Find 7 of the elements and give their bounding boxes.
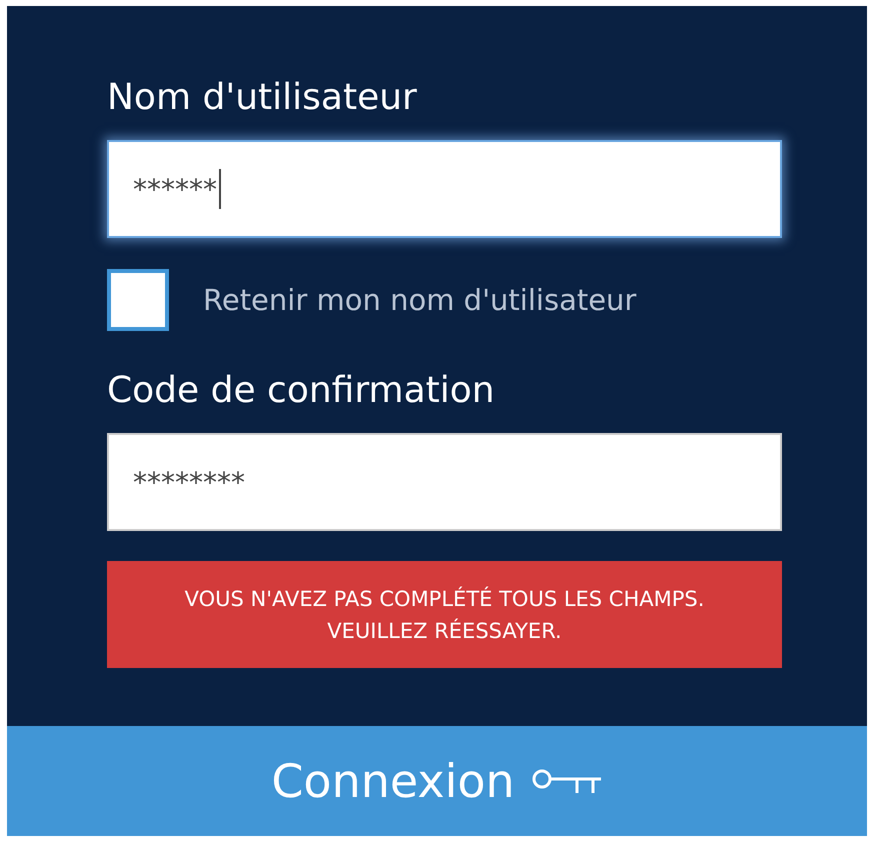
remember-label: Retenir mon nom d'utilisateur (203, 283, 636, 317)
field-label: Code de confirmation (107, 369, 495, 413)
input-field[interactable]: ******** (107, 433, 782, 531)
field-label: Nom d'utilisateur (107, 76, 417, 120)
input-field[interactable]: ****** (107, 140, 782, 238)
error-message: VOUS N'AVEZ PAS COMPLÉTÉ TOUS LES CHAMPS. VEUILLEZ RÉESSAYER. (107, 561, 782, 668)
remember-checkbox[interactable] (107, 269, 169, 331)
